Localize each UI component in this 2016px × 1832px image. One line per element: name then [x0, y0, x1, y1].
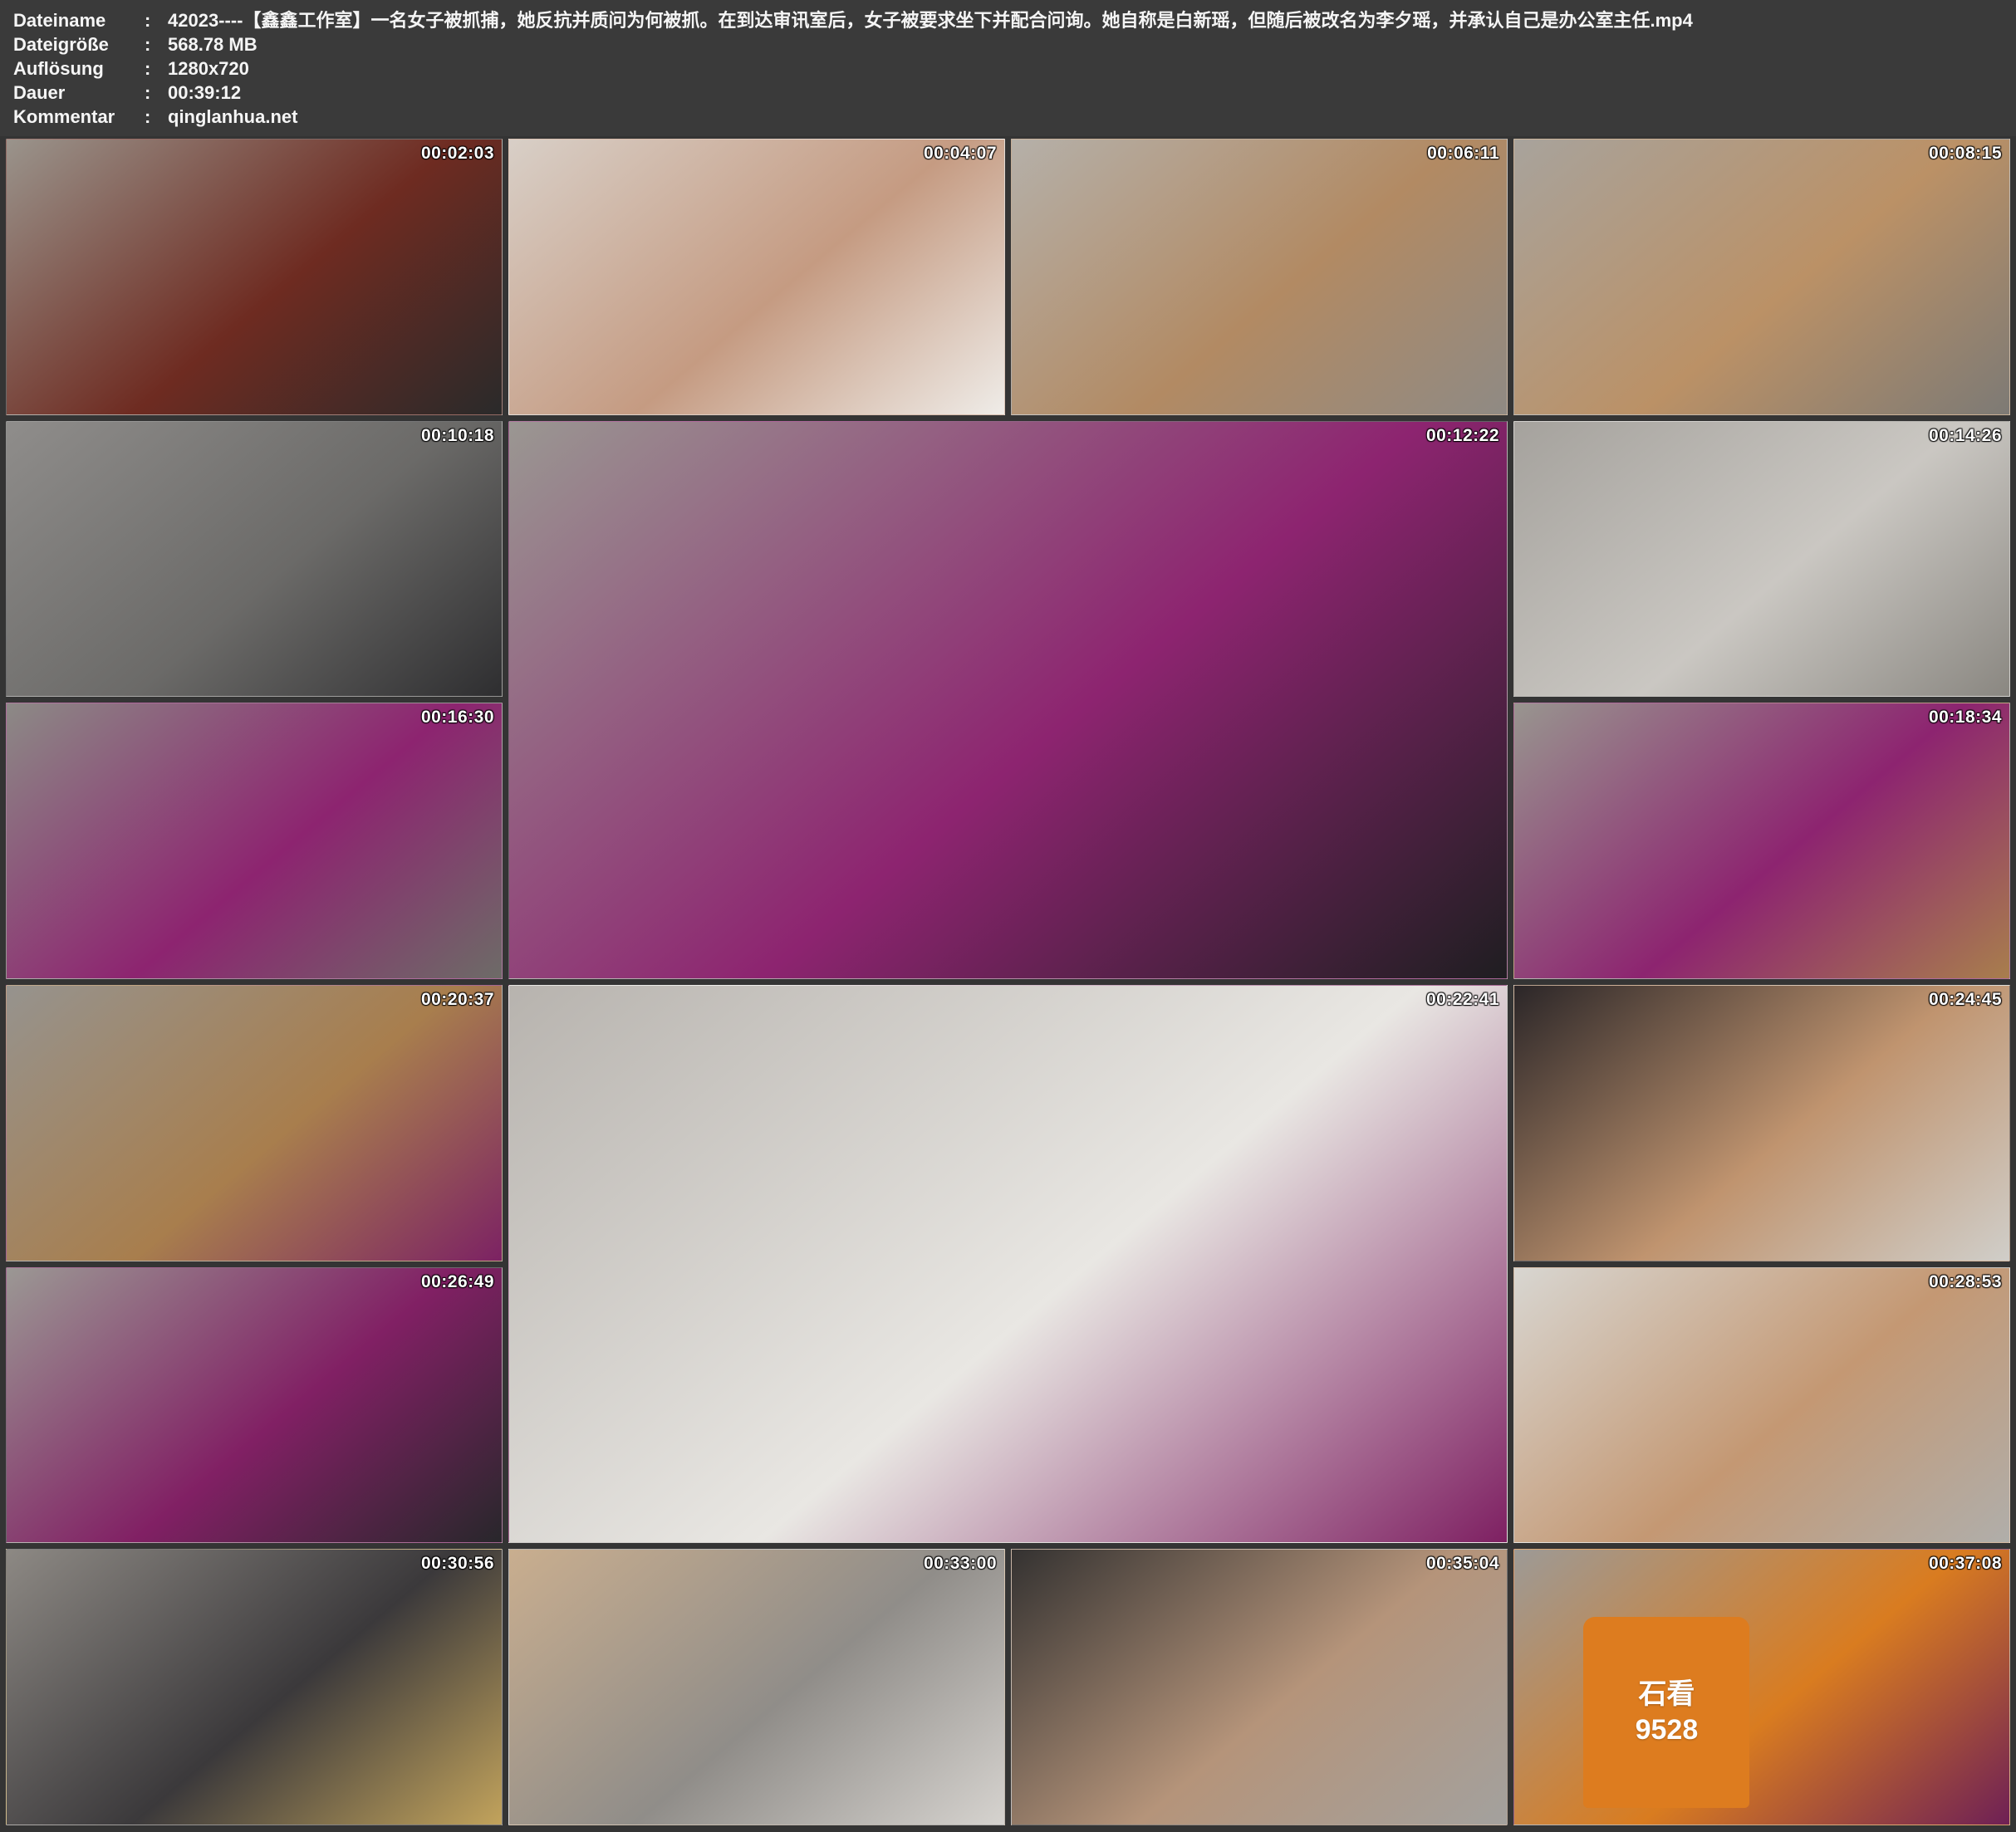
timestamp-badge: 00:30:56	[421, 1554, 494, 1574]
timestamp-badge: 00:02:03	[421, 144, 494, 164]
thumbnail-tile[interactable]: 00:20:37	[6, 985, 503, 1261]
metadata-row-filename: Dateiname : 42023----【鑫鑫工作室】一名女子被抓捕，她反抗并…	[13, 8, 2003, 32]
thumbnail-tile[interactable]: 00:04:07	[508, 139, 1005, 415]
thumbnail-tile[interactable]: 00:10:18	[6, 421, 503, 698]
thumbnail-grid: 00:02:03 00:04:07 00:06:11 00:08:15 00:1…	[0, 136, 2016, 1832]
timestamp-badge: 00:16:30	[421, 708, 494, 727]
timestamp-badge: 00:37:08	[1929, 1554, 2002, 1574]
timestamp-badge: 00:18:34	[1929, 708, 2002, 727]
thumbnail-tile[interactable]: 00:14:26	[1513, 421, 2010, 698]
timestamp-badge: 00:20:37	[421, 990, 494, 1010]
thumbnail-tile[interactable]: 00:08:15	[1513, 139, 2010, 415]
metadata-row-duration: Dauer : 00:39:12	[13, 81, 2003, 105]
comment-label: Kommentar	[13, 105, 145, 129]
timestamp-badge: 00:24:45	[1929, 990, 2002, 1010]
thumbnail-tile[interactable]: 00:02:03	[6, 139, 503, 415]
filename-value: 42023----【鑫鑫工作室】一名女子被抓捕，她反抗并质问为何被抓。在到达审讯…	[168, 8, 2003, 32]
thumbnail-tile[interactable]: 00:18:34	[1513, 703, 2010, 979]
timestamp-badge: 00:26:49	[421, 1272, 494, 1292]
timestamp-badge: 00:14:26	[1929, 426, 2002, 446]
timestamp-badge: 00:04:07	[924, 144, 997, 164]
metadata-row-filesize: Dateigröße : 568.78 MB	[13, 32, 2003, 56]
separator: :	[145, 8, 168, 32]
timestamp-badge: 00:35:04	[1426, 1554, 1499, 1574]
thumbnail-tile[interactable]: 00:30:56	[6, 1549, 503, 1825]
timestamp-badge: 00:10:18	[421, 426, 494, 446]
timestamp-badge: 00:28:53	[1929, 1272, 2002, 1292]
duration-label: Dauer	[13, 81, 145, 105]
filename-label: Dateiname	[13, 8, 145, 32]
thumbnail-tile-large[interactable]: 00:22:41	[508, 985, 1508, 1543]
timestamp-badge: 00:08:15	[1929, 144, 2002, 164]
timestamp-badge: 00:06:11	[1427, 144, 1499, 164]
vest-text: 石看	[1638, 1679, 1695, 1710]
vest-number: 9528	[1636, 1715, 1699, 1746]
filesize-value: 568.78 MB	[168, 32, 2003, 56]
thumbnail-tile[interactable]: 00:16:30	[6, 703, 503, 979]
metadata-row-resolution: Auflösung : 1280x720	[13, 56, 2003, 81]
timestamp-badge: 00:12:22	[1426, 426, 1499, 446]
separator: :	[145, 56, 168, 81]
vest-badge: 石看 9528	[1583, 1617, 1749, 1808]
thumbnail-tile[interactable]: 00:37:08 石看 9528	[1513, 1549, 2010, 1825]
resolution-value: 1280x720	[168, 56, 2003, 81]
timestamp-badge: 00:33:00	[924, 1554, 997, 1574]
filesize-label: Dateigröße	[13, 32, 145, 56]
timestamp-badge: 00:22:41	[1426, 990, 1499, 1010]
metadata-row-comment: Kommentar : qinglanhua.net	[13, 105, 2003, 129]
thumbnail-tile-large[interactable]: 00:12:22	[508, 421, 1508, 979]
separator: :	[145, 32, 168, 56]
thumbnail-tile[interactable]: 00:28:53	[1513, 1267, 2010, 1544]
resolution-label: Auflösung	[13, 56, 145, 81]
separator: :	[145, 81, 168, 105]
duration-value: 00:39:12	[168, 81, 2003, 105]
thumbnail-tile[interactable]: 00:06:11	[1011, 139, 1508, 415]
thumbnail-tile[interactable]: 00:35:04	[1011, 1549, 1508, 1825]
thumbnail-tile[interactable]: 00:24:45	[1513, 985, 2010, 1261]
thumbnail-tile[interactable]: 00:26:49	[6, 1267, 503, 1544]
file-metadata-header: Dateiname : 42023----【鑫鑫工作室】一名女子被抓捕，她反抗并…	[0, 0, 2016, 136]
separator: :	[145, 105, 168, 129]
thumbnail-tile[interactable]: 00:33:00	[508, 1549, 1005, 1825]
comment-value: qinglanhua.net	[168, 105, 2003, 129]
